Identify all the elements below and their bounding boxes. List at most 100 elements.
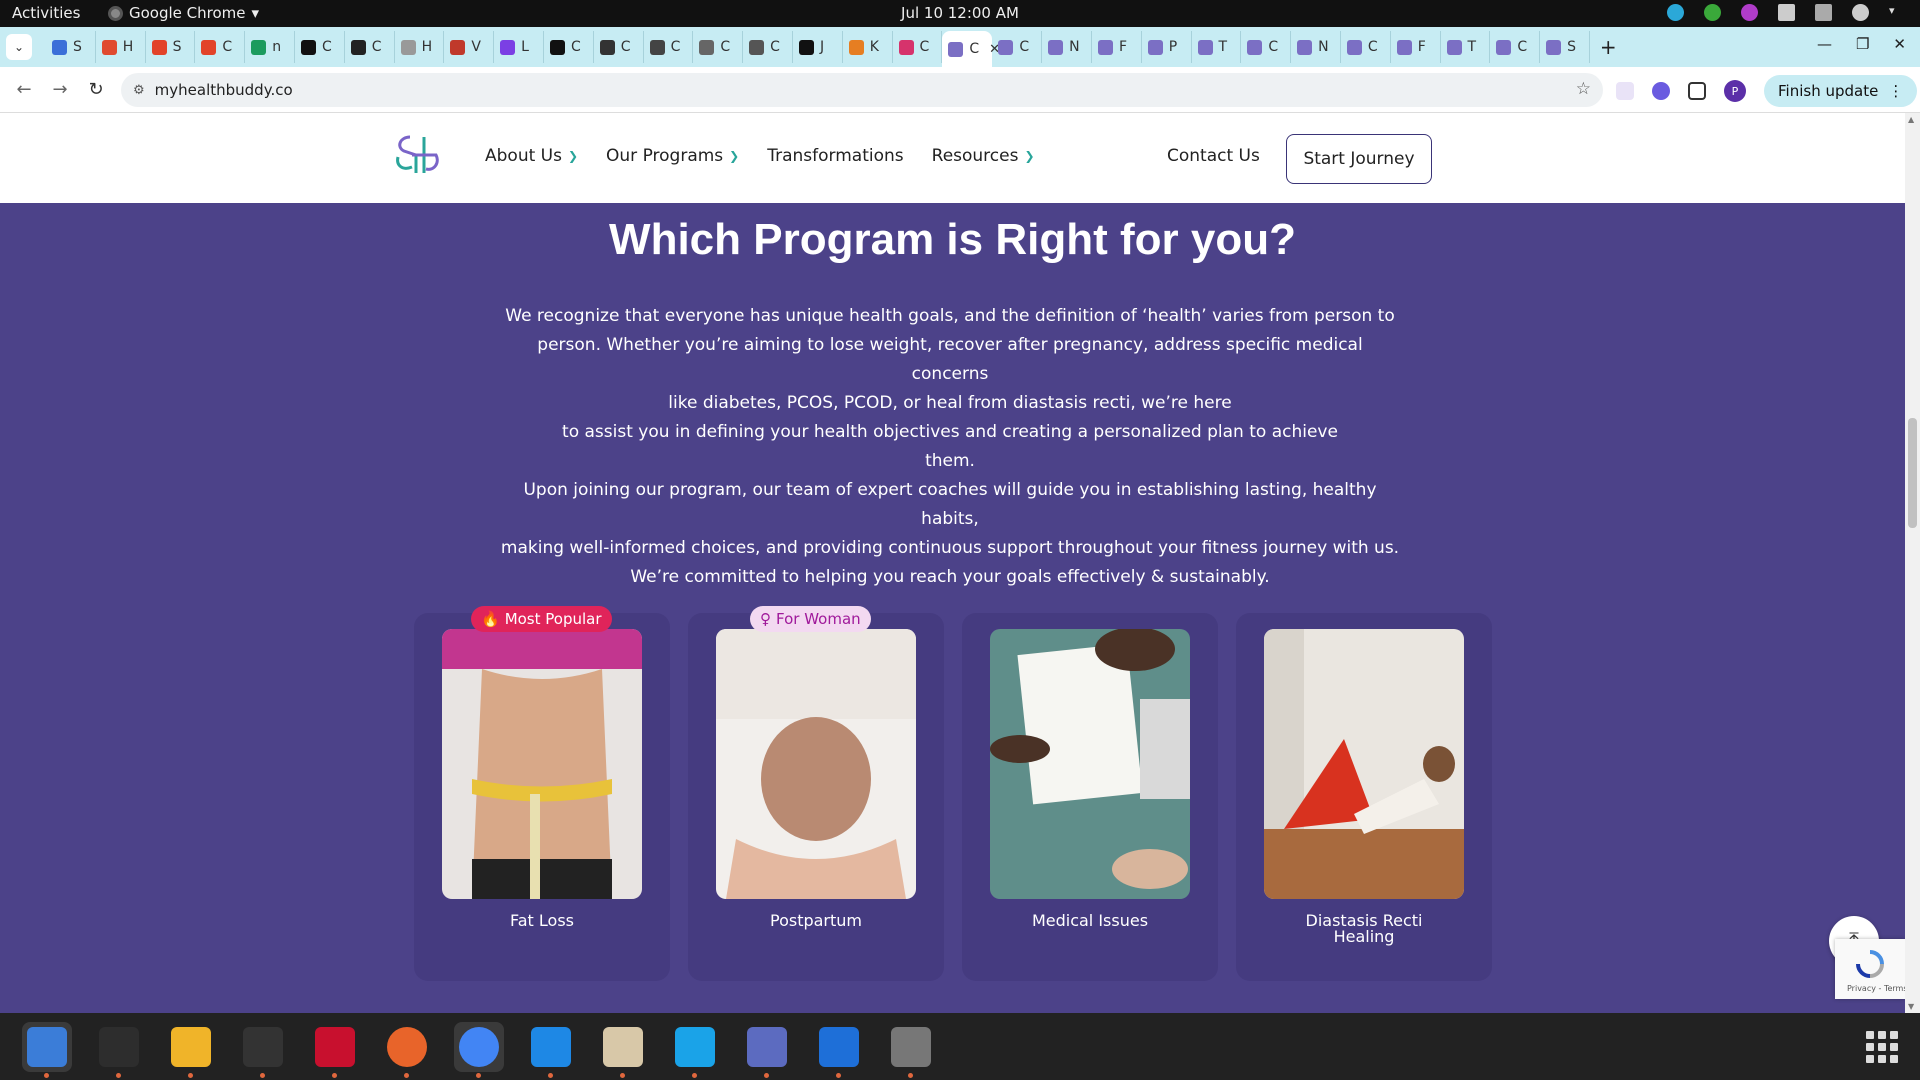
- browser-tab[interactable]: T: [1192, 31, 1242, 63]
- system-monitor-icon-glyph: [243, 1026, 283, 1067]
- browser-tab[interactable]: S: [46, 31, 96, 63]
- minimize-icon[interactable]: —: [1817, 35, 1832, 53]
- app-menu[interactable]: Google Chrome ▾: [108, 4, 259, 22]
- text-editor-icon[interactable]: [742, 1022, 792, 1078]
- tray-menu-icon[interactable]: ▾: [1889, 4, 1906, 21]
- url-text[interactable]: myhealthbuddy.co: [155, 81, 293, 99]
- start-journey-button[interactable]: Start Journey: [1286, 134, 1432, 184]
- new-tab-button[interactable]: +: [1600, 35, 1617, 59]
- browser-tab[interactable]: C: [195, 31, 246, 63]
- filezilla-icon[interactable]: [310, 1022, 360, 1078]
- myhealthbuddy-logo[interactable]: [392, 133, 442, 177]
- activities-button[interactable]: Activities: [12, 4, 80, 22]
- volume-icon[interactable]: [1815, 4, 1832, 21]
- browser-tab[interactable]: C: [594, 31, 644, 63]
- recaptcha-links[interactable]: Privacy - Terms: [1847, 984, 1905, 993]
- browser-tab[interactable]: L: [494, 31, 544, 63]
- recaptcha-icon: [1856, 950, 1884, 978]
- firefox-icon[interactable]: [382, 1022, 432, 1078]
- close-window-icon[interactable]: ✕: [1893, 35, 1906, 53]
- tab-active[interactable]: C ✕: [942, 31, 1000, 67]
- scroll-up-arrow-icon[interactable]: ▲: [1908, 115, 1914, 124]
- fire-icon: 🔥: [481, 610, 500, 628]
- reload-icon[interactable]: ↻: [84, 79, 108, 100]
- scroll-down-arrow-icon[interactable]: ▼: [1908, 1002, 1914, 1011]
- tab-search-button[interactable]: ⌄: [6, 34, 32, 60]
- nav-transformations[interactable]: Transformations: [767, 146, 903, 166]
- browser-tab[interactable]: C: [544, 31, 594, 63]
- back-icon[interactable]: ←: [12, 79, 36, 100]
- thunderbird-icon-glyph: [27, 1026, 67, 1067]
- finish-update-button[interactable]: Finish update ⋮: [1764, 75, 1918, 107]
- running-indicator: [260, 1072, 265, 1078]
- page-scrollbar[interactable]: ▲ ▼: [1905, 113, 1920, 1013]
- browser-tab[interactable]: N: [1042, 31, 1092, 63]
- vscode-icon[interactable]: [526, 1022, 576, 1078]
- calculator-icon[interactable]: [166, 1022, 216, 1078]
- extensions-puzzle-icon[interactable]: [1688, 82, 1706, 100]
- program-card-diastasis-recti[interactable]: Diastasis Recti Healing: [1236, 613, 1492, 981]
- browser-tab[interactable]: F: [1092, 31, 1142, 63]
- tray-check-icon[interactable]: [1704, 4, 1721, 21]
- browser-tab[interactable]: J: [793, 31, 843, 63]
- system-tray[interactable]: ▾: [1667, 4, 1906, 21]
- browser-tab[interactable]: V: [444, 31, 495, 63]
- skype-icon[interactable]: [670, 1022, 720, 1078]
- tab-favicon-icon: [1048, 39, 1064, 55]
- browser-tab[interactable]: n: [245, 31, 295, 63]
- files-icon[interactable]: [598, 1022, 648, 1078]
- browser-tab[interactable]: C: [893, 31, 943, 63]
- nav-about-us[interactable]: About Us ❯: [485, 146, 578, 166]
- system-monitor-icon[interactable]: [238, 1022, 288, 1078]
- browser-tab[interactable]: C: [1490, 31, 1541, 63]
- running-indicator: [692, 1072, 697, 1078]
- browser-tab[interactable]: C: [743, 31, 793, 63]
- network-icon[interactable]: [1778, 4, 1795, 21]
- nav-our-programs[interactable]: Our Programs ❯: [606, 146, 739, 166]
- browser-tab[interactable]: F: [1391, 31, 1441, 63]
- gear-extension-icon[interactable]: [1652, 82, 1670, 100]
- chrome-icon[interactable]: [454, 1021, 504, 1078]
- program-card-medical-issues[interactable]: Medical Issues: [962, 613, 1218, 981]
- pen-extension-icon[interactable]: [1616, 82, 1634, 100]
- restore-icon[interactable]: ❐: [1856, 35, 1869, 53]
- document-viewer-icon[interactable]: [814, 1022, 864, 1078]
- browser-tab[interactable]: C: [1241, 31, 1292, 63]
- browser-tab[interactable]: T: [1441, 31, 1491, 63]
- browser-tab[interactable]: H: [96, 31, 146, 63]
- browser-tab[interactable]: C: [644, 31, 694, 63]
- program-card-fat-loss[interactable]: 🔥 Most Popular Fat Loss: [414, 606, 670, 981]
- show-apps-grid-icon[interactable]: [1866, 1031, 1898, 1063]
- tray-color-icon[interactable]: [1741, 4, 1758, 21]
- tab-title: C: [1367, 39, 1378, 55]
- nav-resources[interactable]: Resources ❯: [932, 146, 1035, 166]
- browser-tab[interactable]: C: [693, 31, 744, 63]
- browser-tab[interactable]: C: [345, 31, 395, 63]
- browser-tab[interactable]: C: [992, 31, 1043, 63]
- clock[interactable]: Jul 10 12:00 AM: [0, 4, 1920, 22]
- browser-tab[interactable]: C: [295, 31, 345, 63]
- thunderbird-icon[interactable]: [22, 1021, 72, 1078]
- nav-contact-us[interactable]: Contact Us: [1167, 146, 1260, 166]
- browser-tab[interactable]: C: [1341, 31, 1391, 63]
- scrollbar-thumb[interactable]: [1908, 418, 1917, 528]
- browser-tab[interactable]: N: [1291, 31, 1341, 63]
- tray-app-icon[interactable]: [1667, 4, 1684, 21]
- power-icon[interactable]: [1852, 4, 1869, 21]
- profile-avatar[interactable]: P: [1724, 80, 1746, 102]
- disk-utility-icon[interactable]: [886, 1022, 936, 1078]
- browser-tab[interactable]: S: [146, 31, 196, 63]
- browser-tab[interactable]: H: [395, 31, 445, 63]
- forward-icon[interactable]: →: [48, 79, 72, 100]
- terminal-icon[interactable]: [94, 1022, 144, 1078]
- recaptcha-badge[interactable]: Privacy - Terms: [1835, 939, 1905, 999]
- address-bar[interactable]: ⚙ myhealthbuddy.co ☆: [121, 73, 1603, 107]
- tab-favicon-icon: [151, 39, 167, 55]
- browser-tab[interactable]: S: [1540, 31, 1590, 63]
- browser-tab[interactable]: K: [843, 31, 893, 63]
- intro-paragraph: We recognize that everyone has unique he…: [500, 302, 1400, 476]
- site-info-icon[interactable]: ⚙: [133, 83, 145, 98]
- program-card-postpartum[interactable]: ♀ For Woman Postpartum: [688, 606, 944, 981]
- bookmark-star-icon[interactable]: ☆: [1576, 79, 1591, 99]
- browser-tab[interactable]: P: [1142, 31, 1192, 63]
